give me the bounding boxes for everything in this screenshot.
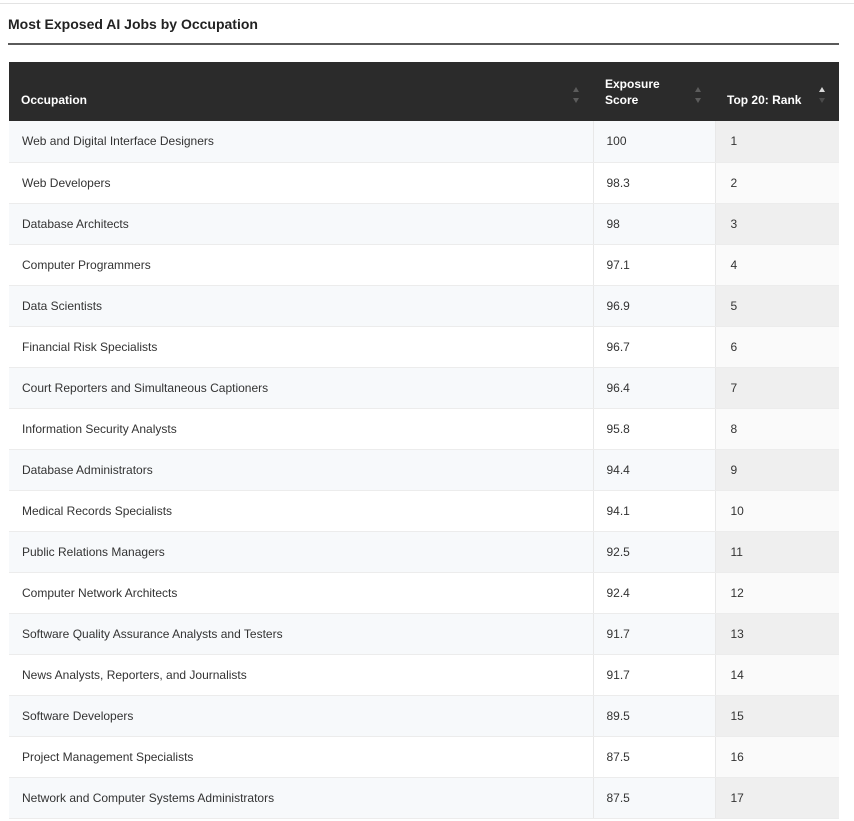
column-header-rank-label: Top 20: Rank (727, 93, 802, 107)
table-row: Data Scientists 96.9 5 (9, 285, 839, 327)
table-row: Court Reporters and Simultaneous Caption… (9, 367, 839, 409)
column-header-occupation[interactable]: Occupation (9, 62, 593, 121)
sort-arrows-icon[interactable] (573, 85, 581, 105)
exposure-score-cell: 96.7 (593, 326, 716, 368)
occupation-cell: Financial Risk Specialists (9, 326, 594, 368)
rank-cell: 17 (715, 777, 839, 819)
exposure-score-cell: 94.1 (593, 490, 716, 532)
table-row: Computer Network Architects 92.4 12 (9, 572, 839, 614)
rank-cell: 9 (715, 449, 839, 491)
rank-cell: 4 (715, 244, 839, 286)
exposure-score-cell: 97.1 (593, 244, 716, 286)
exposure-score-cell: 95.8 (593, 408, 716, 450)
table-row: Financial Risk Specialists 96.7 6 (9, 326, 839, 368)
exposure-score-cell: 96.4 (593, 367, 716, 409)
rank-cell: 10 (715, 490, 839, 532)
column-header-rank[interactable]: Top 20: Rank (715, 62, 839, 121)
table-row: Information Security Analysts 95.8 8 (9, 408, 839, 450)
rank-cell: 13 (715, 613, 839, 655)
table-row: Web and Digital Interface Designers 100 1 (9, 121, 839, 163)
rank-cell: 5 (715, 285, 839, 327)
occupation-cell: Medical Records Specialists (9, 490, 594, 532)
table-title: Most Exposed AI Jobs by Occupation (8, 16, 258, 32)
occupation-cell: News Analysts, Reporters, and Journalist… (9, 654, 594, 696)
rank-cell: 3 (715, 203, 839, 245)
exposure-score-cell: 89.5 (593, 695, 716, 737)
exposure-score-cell: 91.7 (593, 654, 716, 696)
column-header-occupation-label: Occupation (21, 93, 88, 107)
table-header-row: Occupation Exposure Score Top 20: Rank (9, 62, 839, 121)
occupation-table: Occupation Exposure Score Top 20: Rank W… (9, 62, 839, 819)
table-container: Occupation Exposure Score Top 20: Rank W… (9, 62, 839, 819)
occupation-cell: Web Developers (9, 162, 594, 204)
table-row: News Analysts, Reporters, and Journalist… (9, 654, 839, 696)
exposure-score-cell: 96.9 (593, 285, 716, 327)
occupation-cell: Network and Computer Systems Administrat… (9, 777, 594, 819)
table-row: Database Administrators 94.4 9 (9, 449, 839, 491)
exposure-score-cell: 98 (593, 203, 716, 245)
rank-cell: 1 (715, 121, 839, 163)
table-row: Medical Records Specialists 94.1 10 (9, 490, 839, 532)
exposure-score-cell: 94.4 (593, 449, 716, 491)
rank-cell: 6 (715, 326, 839, 368)
occupation-cell: Software Developers (9, 695, 594, 737)
title-divider (8, 43, 839, 45)
occupation-cell: Court Reporters and Simultaneous Caption… (9, 367, 594, 409)
occupation-cell: Public Relations Managers (9, 531, 594, 573)
rank-cell: 15 (715, 695, 839, 737)
occupation-cell: Database Architects (9, 203, 594, 245)
table-row: Network and Computer Systems Administrat… (9, 777, 839, 819)
sort-ascending-icon[interactable] (819, 85, 827, 105)
table-row: Software Developers 89.5 15 (9, 695, 839, 737)
table-row: Software Quality Assurance Analysts and … (9, 613, 839, 655)
table-row: Web Developers 98.3 2 (9, 162, 839, 204)
column-header-exposure-score-label: Exposure Score (605, 77, 660, 107)
top-border (0, 3, 854, 4)
table-body: Web and Digital Interface Designers 100 1 W… (9, 121, 839, 819)
rank-cell: 14 (715, 654, 839, 696)
table-row: Project Management Specialists 87.5 16 (9, 736, 839, 778)
occupation-cell: Information Security Analysts (9, 408, 594, 450)
rank-cell: 2 (715, 162, 839, 204)
rank-cell: 8 (715, 408, 839, 450)
exposure-score-cell: 92.5 (593, 531, 716, 573)
table-row: Database Architects 98 3 (9, 203, 839, 245)
occupation-cell: Project Management Specialists (9, 736, 594, 778)
exposure-score-cell: 87.5 (593, 777, 716, 819)
occupation-cell: Software Quality Assurance Analysts and … (9, 613, 594, 655)
table-row: Public Relations Managers 92.5 11 (9, 531, 839, 573)
rank-cell: 7 (715, 367, 839, 409)
occupation-cell: Computer Programmers (9, 244, 594, 286)
occupation-cell: Computer Network Architects (9, 572, 594, 614)
column-header-exposure-score[interactable]: Exposure Score (593, 62, 715, 121)
exposure-score-cell: 87.5 (593, 736, 716, 778)
rank-cell: 11 (715, 531, 839, 573)
exposure-score-cell: 98.3 (593, 162, 716, 204)
occupation-cell: Data Scientists (9, 285, 594, 327)
rank-cell: 16 (715, 736, 839, 778)
exposure-score-cell: 91.7 (593, 613, 716, 655)
exposure-score-cell: 100 (593, 121, 716, 163)
occupation-cell: Database Administrators (9, 449, 594, 491)
occupation-cell: Web and Digital Interface Designers (9, 121, 594, 163)
exposure-score-cell: 92.4 (593, 572, 716, 614)
rank-cell: 12 (715, 572, 839, 614)
table-row: Computer Programmers 97.1 4 (9, 244, 839, 286)
sort-arrows-icon[interactable] (695, 85, 703, 105)
